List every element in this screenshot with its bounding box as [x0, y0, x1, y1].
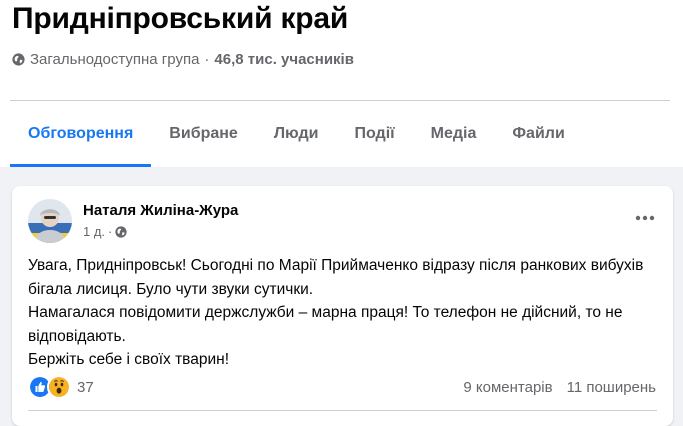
group-meta: Загальнодоступна група · 46,8 тис. учасн… — [12, 51, 354, 68]
divider — [28, 410, 657, 411]
group-header: Придніпровський край Загальнодоступна гр… — [0, 0, 683, 167]
post-card: Наталя Жиліна-Жура 1 д. · Увага, Придніп… — [12, 186, 673, 426]
globe-icon — [12, 53, 25, 66]
group-visibility: Загальнодоступна група — [30, 51, 200, 68]
avatar[interactable] — [28, 199, 72, 243]
group-title[interactable]: Придніпровський край — [12, 2, 348, 36]
post-paragraph: Увага, Придніпровськ! Сьогодні по Марії … — [28, 257, 644, 298]
shares-count[interactable]: 11 поширень — [567, 379, 656, 396]
post-paragraph: Бержіть себе і своїх тварин! — [28, 351, 230, 368]
post-meta: 1 д. · — [83, 224, 128, 239]
member-count[interactable]: 46,8 тис. учасників — [214, 51, 354, 68]
post-stats: 9 коментарів 11 поширень — [463, 379, 656, 396]
comments-count[interactable]: 9 коментарів — [463, 379, 552, 396]
post-author[interactable]: Наталя Жиліна-Жура — [83, 202, 238, 219]
wow-icon — [47, 375, 71, 399]
more-icon — [635, 215, 655, 221]
reaction-count: 37 — [77, 378, 94, 396]
tab-discussion[interactable]: Обговорення — [10, 101, 152, 167]
tab-events[interactable]: Події — [336, 101, 412, 167]
globe-icon — [115, 225, 128, 238]
separator-dot: · — [108, 224, 113, 239]
tab-files[interactable]: Файли — [494, 101, 582, 167]
more-options-button[interactable] — [633, 206, 657, 230]
tab-featured[interactable]: Вибране — [151, 101, 256, 167]
reactions-summary[interactable]: 37 — [28, 375, 94, 399]
post-text: Увага, Придніпровськ! Сьогодні по Марії … — [28, 254, 668, 372]
avatar-image — [28, 199, 72, 243]
group-tabs: Обговорення Вибране Люди Події Медіа Фай… — [10, 101, 583, 167]
tab-people[interactable]: Люди — [256, 101, 337, 167]
post-paragraph: Намагалася повідомити держслужби – марна… — [28, 304, 623, 345]
separator-dot: · — [204, 51, 210, 68]
post-time[interactable]: 1 д. — [83, 224, 105, 239]
tab-media[interactable]: Медіа — [413, 101, 495, 167]
